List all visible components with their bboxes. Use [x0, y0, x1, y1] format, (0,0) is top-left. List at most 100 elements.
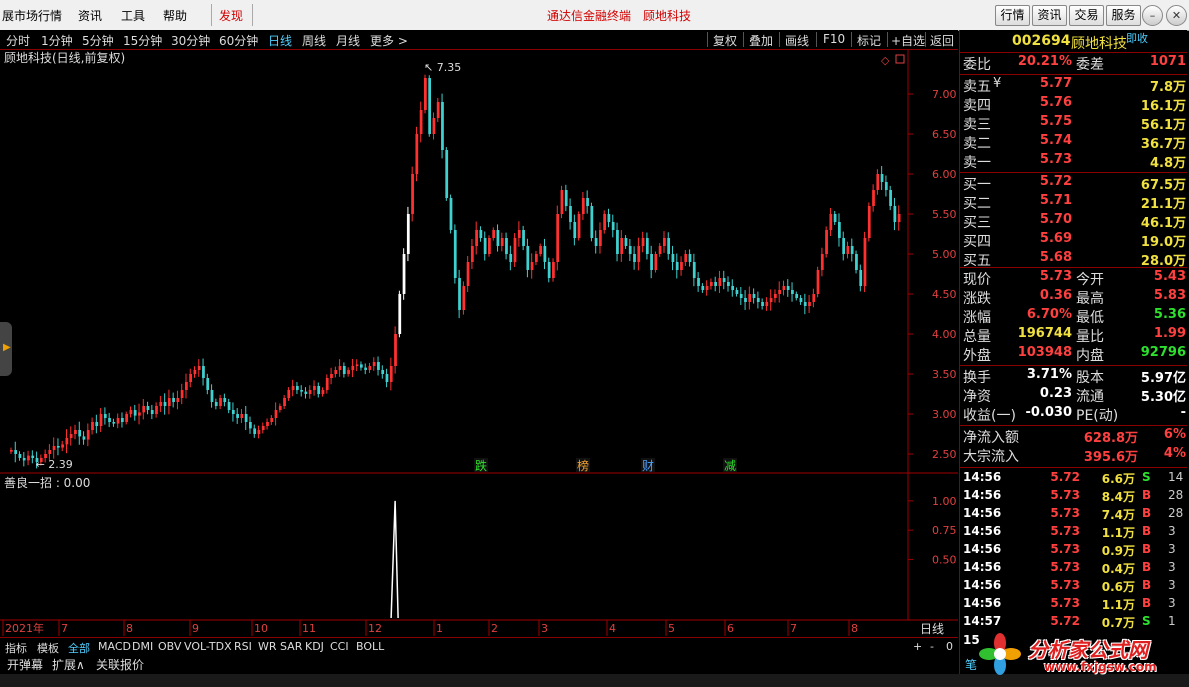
period-daily[interactable]: 日线 [268, 32, 292, 49]
menu-news[interactable]: 资讯 [78, 7, 102, 24]
bid-label: 买二 [963, 196, 991, 212]
tick-price: 5.73 [1050, 506, 1080, 520]
quote-button[interactable]: 行情 [995, 5, 1030, 26]
month-label: 6 [727, 622, 734, 635]
ask-row[interactable]: 卖三 5.75 56.1万 [960, 114, 1187, 133]
bid-row[interactable]: 买二 5.71 21.1万 [960, 193, 1187, 212]
period-60min[interactable]: 60分钟 [219, 32, 258, 49]
overlay-button[interactable]: 叠加 [749, 32, 773, 49]
tick-side: B [1142, 560, 1152, 574]
indicator-tab-index[interactable]: 指标 [5, 640, 27, 656]
candle-body [61, 444, 64, 448]
ratio-diff-value: 1071 [1149, 54, 1186, 69]
menu-discover[interactable]: 发现 [219, 7, 243, 24]
indicator-tab-vol-tdx[interactable]: VOL-TDX [184, 640, 232, 653]
fundamental-label: 股本 [1076, 370, 1104, 386]
candle-body [347, 370, 350, 374]
menu-help[interactable]: 帮助 [163, 7, 187, 24]
indicator-tick-label: 1.00 [932, 495, 957, 508]
kline-chart[interactable]: 顾地科技(日线,前复权) 善良一招 : 0.00 ◇ 7.00 6.50 6.00 5.50… [0, 50, 958, 637]
tick-price: 5.72 [1050, 470, 1080, 484]
bid-row[interactable]: 买一 5.72 67.5万 [960, 174, 1187, 193]
candle-body [688, 254, 692, 262]
tick-volume: 0.4万 [1101, 562, 1135, 576]
period-timeshare[interactable]: 分时 [6, 32, 30, 49]
candle-body [240, 414, 244, 418]
add-watchlist-button[interactable]: +自选 [891, 32, 925, 49]
ask-row[interactable]: 卖四 5.76 16.1万 [960, 95, 1187, 114]
indicator-tab-wr[interactable]: WR [258, 640, 277, 653]
quote-value: 6.70% [1026, 307, 1072, 322]
indicator-tab-dmi[interactable]: DMI [132, 640, 153, 653]
close-icon[interactable]: ✕ [1166, 5, 1187, 26]
zoom-in-button[interactable]: + [913, 640, 922, 653]
menu-market[interactable]: 展市场行情 [2, 7, 62, 24]
indicator-tab-template[interactable]: 模板 [37, 640, 59, 656]
period-indicator: 日线 [920, 622, 944, 636]
period-30min[interactable]: 30分钟 [171, 32, 210, 49]
candle-body [56, 446, 60, 448]
indicator-tab-cci[interactable]: CCI [330, 640, 349, 653]
tick-side: B [1142, 578, 1152, 592]
indicator-tab-kdj[interactable]: KDJ [305, 640, 324, 653]
indicator-bar: 指标 模板 全部 MACD DMI OBV VOL-TDX RSI WR SAR… [0, 637, 958, 655]
back-button[interactable]: 返回 [930, 32, 954, 49]
period-15min[interactable]: 15分钟 [123, 32, 162, 49]
fundamental-label: PE(动) [1076, 408, 1119, 424]
collapse-button[interactable]: 即收 [1126, 30, 1148, 46]
bid-row[interactable]: 买三 5.70 46.1万 [960, 212, 1187, 231]
period-monthly[interactable]: 月线 [336, 32, 360, 49]
indicator-tab-obv[interactable]: OBV [158, 640, 181, 653]
news-button[interactable]: 资讯 [1032, 5, 1067, 26]
period-more[interactable]: 更多 > [370, 32, 408, 49]
expand-button[interactable]: 扩展∧ [52, 656, 85, 673]
candle-body [842, 238, 846, 254]
indicator-tab-all[interactable]: 全部 [68, 640, 90, 656]
candle-body [231, 410, 235, 414]
zoom-out-button[interactable]: - [930, 640, 934, 653]
period-1min[interactable]: 1分钟 [41, 32, 73, 49]
menu-tools[interactable]: 工具 [121, 7, 145, 24]
candle-body [155, 406, 158, 414]
month-label: 2021年 [5, 621, 44, 635]
indicator-tab-rsi[interactable]: RSI [234, 640, 252, 653]
service-button[interactable]: 服务 [1106, 5, 1141, 26]
flow-percent: 4% [1163, 446, 1186, 461]
candle-body [313, 386, 316, 390]
indicator-tab-sar[interactable]: SAR [280, 640, 302, 653]
ask-row[interactable]: 卖五 ¥5.77 7.8万 [960, 76, 1187, 95]
candle-body [95, 422, 99, 426]
quote-row: 外盘 103948 内盘 92796 [960, 345, 1187, 364]
bid-row[interactable]: 买四 5.69 19.0万 [960, 231, 1187, 250]
related-quote-button[interactable]: 关联报价 [96, 656, 144, 673]
tick-tab[interactable]: 笔 [965, 656, 977, 673]
month-label: 4 [609, 622, 616, 635]
zoom-reset-button[interactable]: 0 [946, 640, 953, 653]
signal-spike [390, 500, 399, 619]
candle-body [483, 238, 487, 254]
candle-body [206, 378, 210, 390]
trade-button[interactable]: 交易 [1069, 5, 1104, 26]
ratio-diff-label: 委差 [1076, 57, 1104, 73]
month-label: 12 [368, 622, 382, 635]
danmaku-button[interactable]: 开弹幕 [7, 656, 43, 673]
candle-body [338, 366, 342, 370]
period-5min[interactable]: 5分钟 [82, 32, 114, 49]
candle-body [389, 366, 393, 382]
ask-row[interactable]: 卖一 5.73 4.8万 [960, 152, 1187, 171]
ask-row[interactable]: 卖二 5.74 36.7万 [960, 133, 1187, 152]
draw-line-button[interactable]: 画线 [785, 32, 809, 49]
mark-button[interactable]: 标记 [857, 32, 881, 49]
indicator-tab-macd[interactable]: MACD [98, 640, 131, 653]
period-weekly[interactable]: 周线 [302, 32, 326, 49]
candle-body [180, 390, 184, 398]
divider [960, 425, 1187, 426]
f10-button[interactable]: F10 [823, 32, 845, 46]
candle-body [620, 238, 624, 254]
candle-body [253, 428, 257, 434]
minimize-icon[interactable]: – [1142, 5, 1163, 26]
indicator-tab-boll[interactable]: BOLL [356, 640, 384, 653]
bid-volume: 46.1万 [1140, 216, 1186, 231]
restore-rights-button[interactable]: 复权 [713, 32, 737, 49]
sidebar-toggle[interactable]: ▶ [0, 322, 12, 376]
